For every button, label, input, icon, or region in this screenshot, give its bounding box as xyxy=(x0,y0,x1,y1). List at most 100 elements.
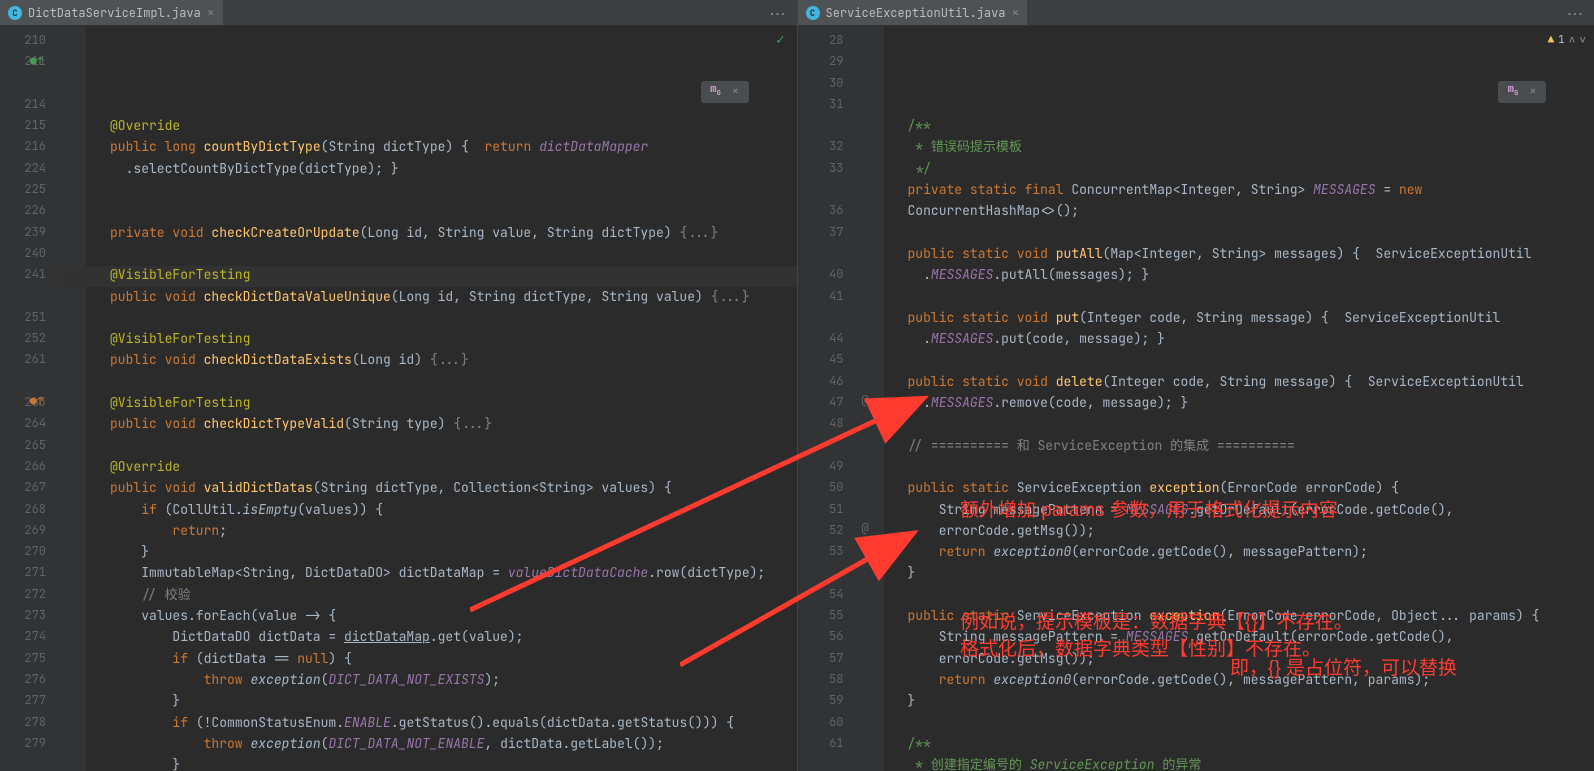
code-line[interactable]: private static final ConcurrentMap<Integ… xyxy=(908,179,1594,200)
fold-marker[interactable] xyxy=(60,30,86,51)
line-number[interactable]: 44 xyxy=(798,328,844,349)
code-line[interactable] xyxy=(110,371,797,392)
code-line[interactable]: errorCode.getMsg()); xyxy=(908,648,1594,669)
fold-marker[interactable] xyxy=(858,73,884,94)
right-gutter[interactable]: 2829303132333637404144454647484950515253… xyxy=(798,26,858,771)
line-number[interactable]: 37 xyxy=(798,222,844,243)
code-line[interactable]: .MESSAGES.putAll(messages); } xyxy=(908,264,1594,285)
code-line[interactable] xyxy=(908,456,1594,477)
code-line[interactable] xyxy=(110,307,797,328)
mybatis-chip[interactable]: mG × xyxy=(1498,81,1546,103)
fold-marker[interactable] xyxy=(60,499,86,520)
code-line[interactable]: @Override xyxy=(110,456,797,477)
line-number[interactable] xyxy=(798,179,844,200)
fold-marker[interactable] xyxy=(60,626,86,647)
code-line[interactable]: DictDataDO dictData = dictDataMap.get(va… xyxy=(110,626,797,647)
line-number[interactable]: 51 xyxy=(798,499,844,520)
fold-marker[interactable] xyxy=(858,562,884,583)
left-code-area[interactable]: ✓ mG × @Overridepublic long countByDictT… xyxy=(86,26,797,771)
line-number[interactable]: 252 xyxy=(0,328,46,349)
left-editor[interactable]: ●↑ ●↑ 2102112142152162242252262392402412… xyxy=(0,26,797,771)
code-line[interactable]: ConcurrentHashMap<>(); xyxy=(908,200,1594,221)
code-line[interactable]: ImmutableMap<String, DictDataDO> dictDat… xyxy=(110,562,797,583)
code-line[interactable]: */ xyxy=(908,158,1594,179)
right-editor[interactable]: 2829303132333637404144454647484950515253… xyxy=(798,26,1594,771)
code-line[interactable]: errorCode.getMsg()); xyxy=(908,520,1594,541)
fold-marker[interactable] xyxy=(858,328,884,349)
code-line[interactable]: String messagePattern = MESSAGES.getOrDe… xyxy=(908,499,1594,520)
code-line[interactable]: } xyxy=(908,562,1594,583)
fold-marker[interactable] xyxy=(60,307,86,328)
line-number[interactable]: 278 xyxy=(0,712,46,733)
line-number[interactable]: 267 xyxy=(0,477,46,498)
fold-marker[interactable] xyxy=(60,648,86,669)
override-gutter-icon[interactable]: @ xyxy=(862,520,869,536)
fold-marker[interactable] xyxy=(858,94,884,115)
right-code-area[interactable]: ▲ 1 ∧ ∨ mG × /** * 错误码提示模板 */private sta… xyxy=(884,26,1594,771)
fold-marker[interactable] xyxy=(60,477,86,498)
fold-marker[interactable] xyxy=(858,286,884,307)
mybatis-chip[interactable]: mG × xyxy=(701,81,749,103)
line-number[interactable]: 53 xyxy=(798,541,844,562)
fold-marker[interactable] xyxy=(858,307,884,328)
code-line[interactable] xyxy=(908,349,1594,370)
code-line[interactable]: } xyxy=(110,754,797,771)
code-line[interactable]: public void validDictDatas(String dictTy… xyxy=(110,477,797,498)
code-line[interactable]: public void checkDictDataExists(Long id)… xyxy=(110,349,797,370)
code-line[interactable]: } xyxy=(110,541,797,562)
line-number[interactable]: 269 xyxy=(0,520,46,541)
fold-marker[interactable] xyxy=(858,733,884,754)
line-number[interactable]: 48 xyxy=(798,413,844,434)
fold-marker[interactable] xyxy=(858,435,884,456)
fold-marker[interactable] xyxy=(60,520,86,541)
fold-marker[interactable] xyxy=(60,222,86,243)
fold-marker[interactable] xyxy=(60,712,86,733)
line-number[interactable] xyxy=(798,435,844,456)
code-line[interactable]: public long countByDictType(String dictT… xyxy=(110,136,797,157)
line-number[interactable]: 31 xyxy=(798,94,844,115)
fold-marker[interactable] xyxy=(858,136,884,157)
line-number[interactable]: 215 xyxy=(0,115,46,136)
line-number[interactable] xyxy=(798,243,844,264)
line-number[interactable]: 47 xyxy=(798,392,844,413)
line-number[interactable]: 28 xyxy=(798,30,844,51)
line-number[interactable]: 55 xyxy=(798,605,844,626)
fold-marker[interactable] xyxy=(60,584,86,605)
line-number[interactable]: 56 xyxy=(798,626,844,647)
code-line[interactable]: if (dictData == null) { xyxy=(110,648,797,669)
fold-marker[interactable] xyxy=(60,158,86,179)
fold-marker[interactable] xyxy=(60,392,86,413)
line-number[interactable]: 273 xyxy=(0,605,46,626)
line-number[interactable]: 214 xyxy=(0,94,46,115)
code-line[interactable]: } xyxy=(110,690,797,711)
override-gutter-icon[interactable]: @ xyxy=(862,392,869,408)
line-number[interactable]: 60 xyxy=(798,712,844,733)
line-number[interactable]: 226 xyxy=(0,200,46,221)
code-line[interactable] xyxy=(908,413,1594,434)
code-line[interactable]: public void checkDictDataValueUnique(Lon… xyxy=(110,286,797,307)
right-fold-column[interactable]: @@ xyxy=(858,26,884,771)
fold-marker[interactable] xyxy=(858,584,884,605)
fold-marker[interactable] xyxy=(858,264,884,285)
line-number[interactable] xyxy=(0,73,46,94)
line-number[interactable]: 50 xyxy=(798,477,844,498)
line-number[interactable]: 251 xyxy=(0,307,46,328)
line-number[interactable]: 33 xyxy=(798,158,844,179)
fold-marker[interactable] xyxy=(858,115,884,136)
line-number[interactable]: 266 xyxy=(0,456,46,477)
code-line[interactable] xyxy=(110,435,797,456)
line-number[interactable]: 216 xyxy=(0,136,46,157)
fold-marker[interactable] xyxy=(858,605,884,626)
chevron-up-icon[interactable]: ∧ xyxy=(1569,30,1576,51)
code-line[interactable]: return exception0(errorCode.getCode(), m… xyxy=(908,669,1594,690)
code-line[interactable]: public static ServiceException exception… xyxy=(908,605,1594,626)
left-file-tab[interactable]: C DictDataServiceImpl.java × xyxy=(0,0,223,25)
fold-marker[interactable] xyxy=(60,243,86,264)
code-line[interactable]: public static void putAll(Map<Integer, S… xyxy=(908,243,1594,264)
line-number[interactable]: 45 xyxy=(798,349,844,370)
code-line[interactable]: @VisibleForTesting xyxy=(110,264,797,285)
chevron-down-icon[interactable]: ∨ xyxy=(1579,30,1586,51)
fold-marker[interactable] xyxy=(60,413,86,434)
fold-marker[interactable] xyxy=(60,669,86,690)
line-number[interactable]: 272 xyxy=(0,584,46,605)
